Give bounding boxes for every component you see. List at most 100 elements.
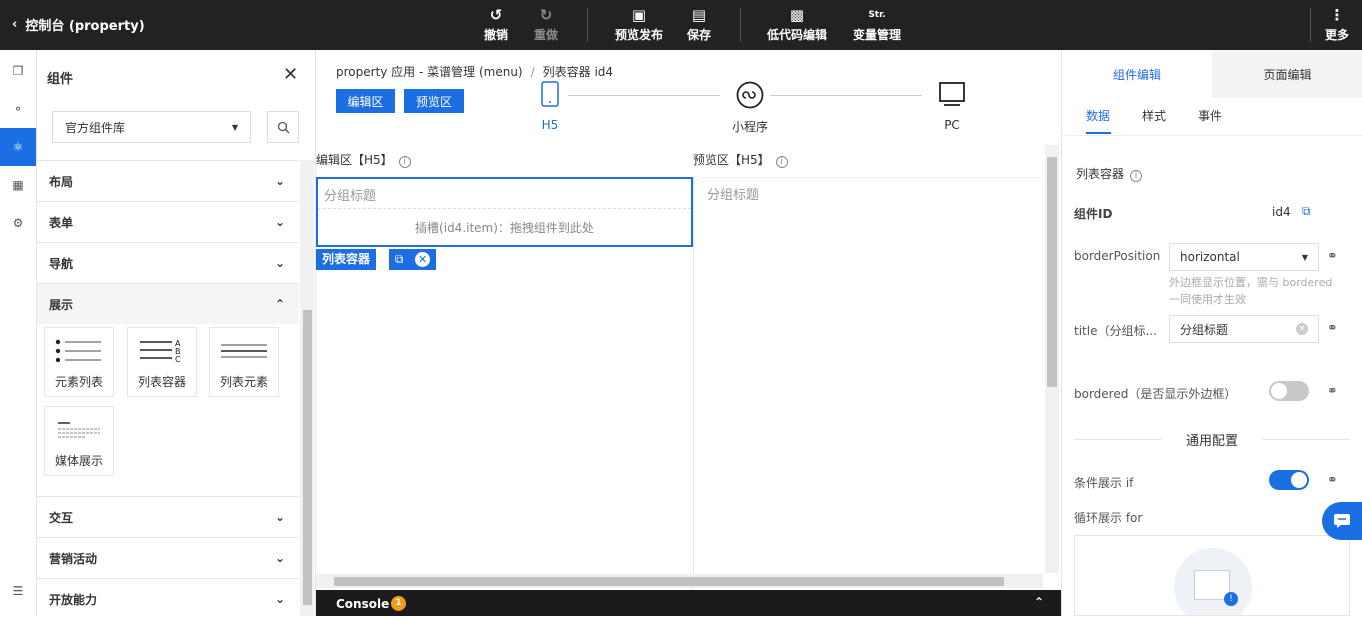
app-title: 控制台 (property) [25,19,145,34]
border-position-label: borderPosition [1074,249,1161,263]
bind-link-icon[interactable]: ⚭ [1327,321,1338,336]
empty-state-icon: ! [1174,548,1252,615]
variable-manage-button[interactable]: Str. 变量管理 [852,4,902,43]
left-icon-bar: ❐ ⚬ ⚛ ▦ ⚙ ☰ [0,50,37,616]
save-button[interactable]: ▤ 保存 [686,4,712,43]
copy-icon[interactable]: ⧉ [395,252,404,267]
canvas-hscrollbar[interactable] [316,574,1043,588]
console-bar[interactable]: Console 1 ⌃ [316,590,1061,616]
toggle-knob [1291,472,1307,488]
section-form[interactable]: 表单 ⌄ [37,201,299,242]
section-interaction[interactable]: 交互 ⌄ [37,496,299,537]
more-button[interactable]: ⋮ 更多 [1324,4,1350,43]
device-h5[interactable]: H5 [538,81,562,132]
lowcode-edit-button[interactable]: ▩ 低代码编辑 [766,4,828,43]
undo-button[interactable]: ↺ 撤销 [482,4,510,43]
component-id-value: id4 [1272,205,1291,219]
tile-list-container[interactable]: ABC 列表容器 [127,327,197,397]
subtab-data[interactable]: 数据 [1086,107,1110,124]
canvas-area: property 应用 - 菜谱管理 (menu) / 列表容器 id4 编辑区 预… [316,50,1061,590]
selected-component-actions: ⧉ ✕ [389,249,436,270]
library-select[interactable]: 官方组件库 ▼ [52,111,251,143]
preview-subtitle: 分组标题 [701,177,1043,207]
section-open[interactable]: 开放能力 ⌄ [37,578,299,619]
bind-link-icon[interactable]: ⚭ [1327,384,1338,399]
copy-icon[interactable]: ⧉ [1302,204,1311,219]
bind-link-icon[interactable]: ⚭ [1327,473,1338,488]
chevron-left-icon: ‹ [12,17,18,32]
selected-list-container[interactable]: 分组标题 插槽(id4.item)：拖拽组件到此处 [316,177,693,247]
property-panel: 组件编辑 页面编辑 数据 样式 事件 列表容器 i 组件ID id4 ⧉ bord… [1061,50,1362,616]
scrollbar-thumb[interactable] [334,577,1004,586]
section-nav[interactable]: 导航 ⌄ [37,242,299,283]
monitor-icon [939,82,965,106]
tile-element-list[interactable]: 元素列表 [44,327,114,397]
redo-button[interactable]: ↻ 重做 [532,4,560,43]
selected-component-tag: 列表容器 [316,249,377,270]
caret-down-icon: ▼ [231,122,238,132]
chevron-down-icon: ⌄ [274,174,285,188]
zone-divider [693,177,694,590]
preview-publish-button[interactable]: ▣ 预览发布 [614,4,664,43]
tile-list-element[interactable]: 列表元素 [209,327,279,397]
tab-component-edit[interactable]: 组件编辑 [1062,50,1212,98]
device-miniprogram[interactable]: 小程序 [728,81,772,135]
title-label: title（分组标... [1074,324,1157,338]
subtab-style[interactable]: 样式 [1142,107,1166,124]
tab-page-edit[interactable]: 页面编辑 [1212,50,1362,98]
code-file-icon: ▩ [789,6,805,24]
console-label: Console [336,597,390,611]
components-icon[interactable]: ⚛ [0,128,36,166]
menu-collapse-icon[interactable]: ☰ [0,572,36,610]
chevron-up-icon[interactable]: ⌃ [1034,595,1044,609]
delete-icon[interactable]: ✕ [415,252,431,267]
if-label: 条件展示 if [1074,476,1134,490]
svg-text:C: C [175,355,181,364]
section-layout[interactable]: 布局 ⌄ [37,160,299,201]
border-position-select[interactable]: horizontal ▼ [1169,243,1319,271]
for-label: 循环展示 for [1074,511,1143,525]
title-input[interactable]: 分组标题 ✕ [1169,315,1319,343]
tile-media-display[interactable]: 媒体展示 [44,406,114,476]
info-icon[interactable]: i [775,156,788,168]
scrollbar-thumb[interactable] [303,310,312,605]
device-pc[interactable]: PC [936,81,968,132]
redo-icon: ↻ [539,6,553,24]
toggle-knob [1271,383,1287,399]
chevron-down-icon: ⌄ [274,592,285,606]
media-display-icon [56,407,102,452]
info-icon[interactable]: i [1130,170,1143,182]
bordered-toggle[interactable] [1269,381,1309,401]
chevron-down-icon: ⌄ [274,256,285,270]
pages-icon[interactable]: ❐ [0,52,36,90]
scrollbar-thumb[interactable] [1047,157,1057,387]
edit-zone-button[interactable]: 编辑区 [336,89,395,113]
close-icon[interactable]: ✕ [283,64,298,85]
section-marketing[interactable]: 营销活动 ⌄ [37,537,299,578]
chat-button[interactable] [1322,502,1362,540]
clear-icon[interactable]: ✕ [1296,323,1308,335]
str-icon: Str. [868,10,886,20]
back-button[interactable]: ‹ 控制台 (property) [12,15,145,34]
preview-zone-button[interactable]: 预览区 [404,89,464,113]
list-element-icon [219,328,269,373]
panel-title: 组件 [47,72,74,87]
if-toggle[interactable] [1269,470,1309,490]
section-display[interactable]: 展示 ⌃ [37,283,299,324]
panel-scrollbar[interactable] [300,160,314,616]
tree-icon[interactable]: ⚬ [0,90,36,128]
info-icon[interactable]: i [398,156,411,168]
chevron-down-icon: ⌄ [274,510,285,524]
chevron-down-icon: ⌄ [274,215,285,229]
subtab-event[interactable]: 事件 [1198,107,1222,124]
datasource-icon[interactable]: ▦ [0,166,36,204]
border-position-hint: 外边框显示位置，需与 bordered 一同使用才生效 [1169,276,1333,306]
bind-link-icon[interactable]: ⚭ [1327,249,1338,264]
device-connector [568,95,720,96]
drop-slot[interactable]: 插槽(id4.item)：拖拽组件到此处 [318,209,691,236]
canvas-vscrollbar[interactable] [1045,145,1059,573]
for-empty-box: ! [1074,535,1350,616]
common-config-title: 通用配置 [1162,430,1262,449]
settings-icon[interactable]: ⚙ [0,204,36,242]
search-button[interactable] [267,111,299,143]
